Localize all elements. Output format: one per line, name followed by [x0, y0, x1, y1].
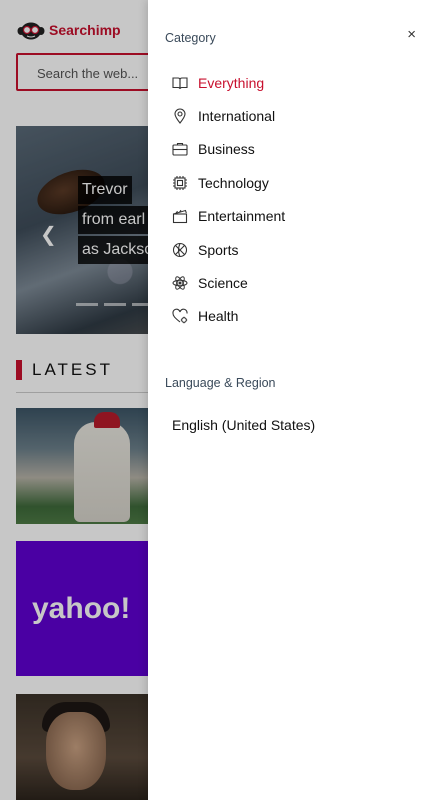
language-section-title: Language & Region: [165, 376, 276, 390]
category-drawer: × Category Everything International Busi…: [148, 0, 430, 800]
map-pin-icon: [174, 108, 186, 124]
category-label: International: [198, 108, 276, 125]
category-label: Science: [198, 275, 248, 292]
clapperboard-icon: [172, 210, 188, 224]
category-label: Technology: [198, 174, 269, 191]
book-icon: [172, 77, 188, 89]
chip-icon: [173, 175, 187, 190]
category-label: Entertainment: [198, 208, 286, 225]
heart-gear-icon: [172, 309, 188, 324]
category-label: Health: [198, 308, 239, 325]
atom-icon: [172, 276, 188, 290]
category-item-international[interactable]: International: [172, 99, 412, 132]
category-item-health[interactable]: Health: [172, 300, 412, 333]
category-item-business[interactable]: Business: [172, 133, 412, 166]
category-label: Everything: [198, 74, 265, 91]
category-list: Everything International Business Techno…: [172, 66, 412, 333]
category-item-everything[interactable]: Everything: [172, 66, 412, 99]
category-section-title: Category: [165, 31, 216, 45]
briefcase-icon: [172, 143, 188, 157]
category-item-technology[interactable]: Technology: [172, 166, 412, 199]
category-item-science[interactable]: Science: [172, 266, 412, 299]
category-item-entertainment[interactable]: Entertainment: [172, 200, 412, 233]
category-item-sports[interactable]: Sports: [172, 233, 412, 266]
close-icon[interactable]: ×: [407, 26, 416, 43]
category-label: Business: [198, 141, 255, 158]
category-label: Sports: [198, 241, 239, 258]
language-selector[interactable]: English (United States): [172, 417, 315, 433]
basketball-icon: [172, 242, 188, 257]
